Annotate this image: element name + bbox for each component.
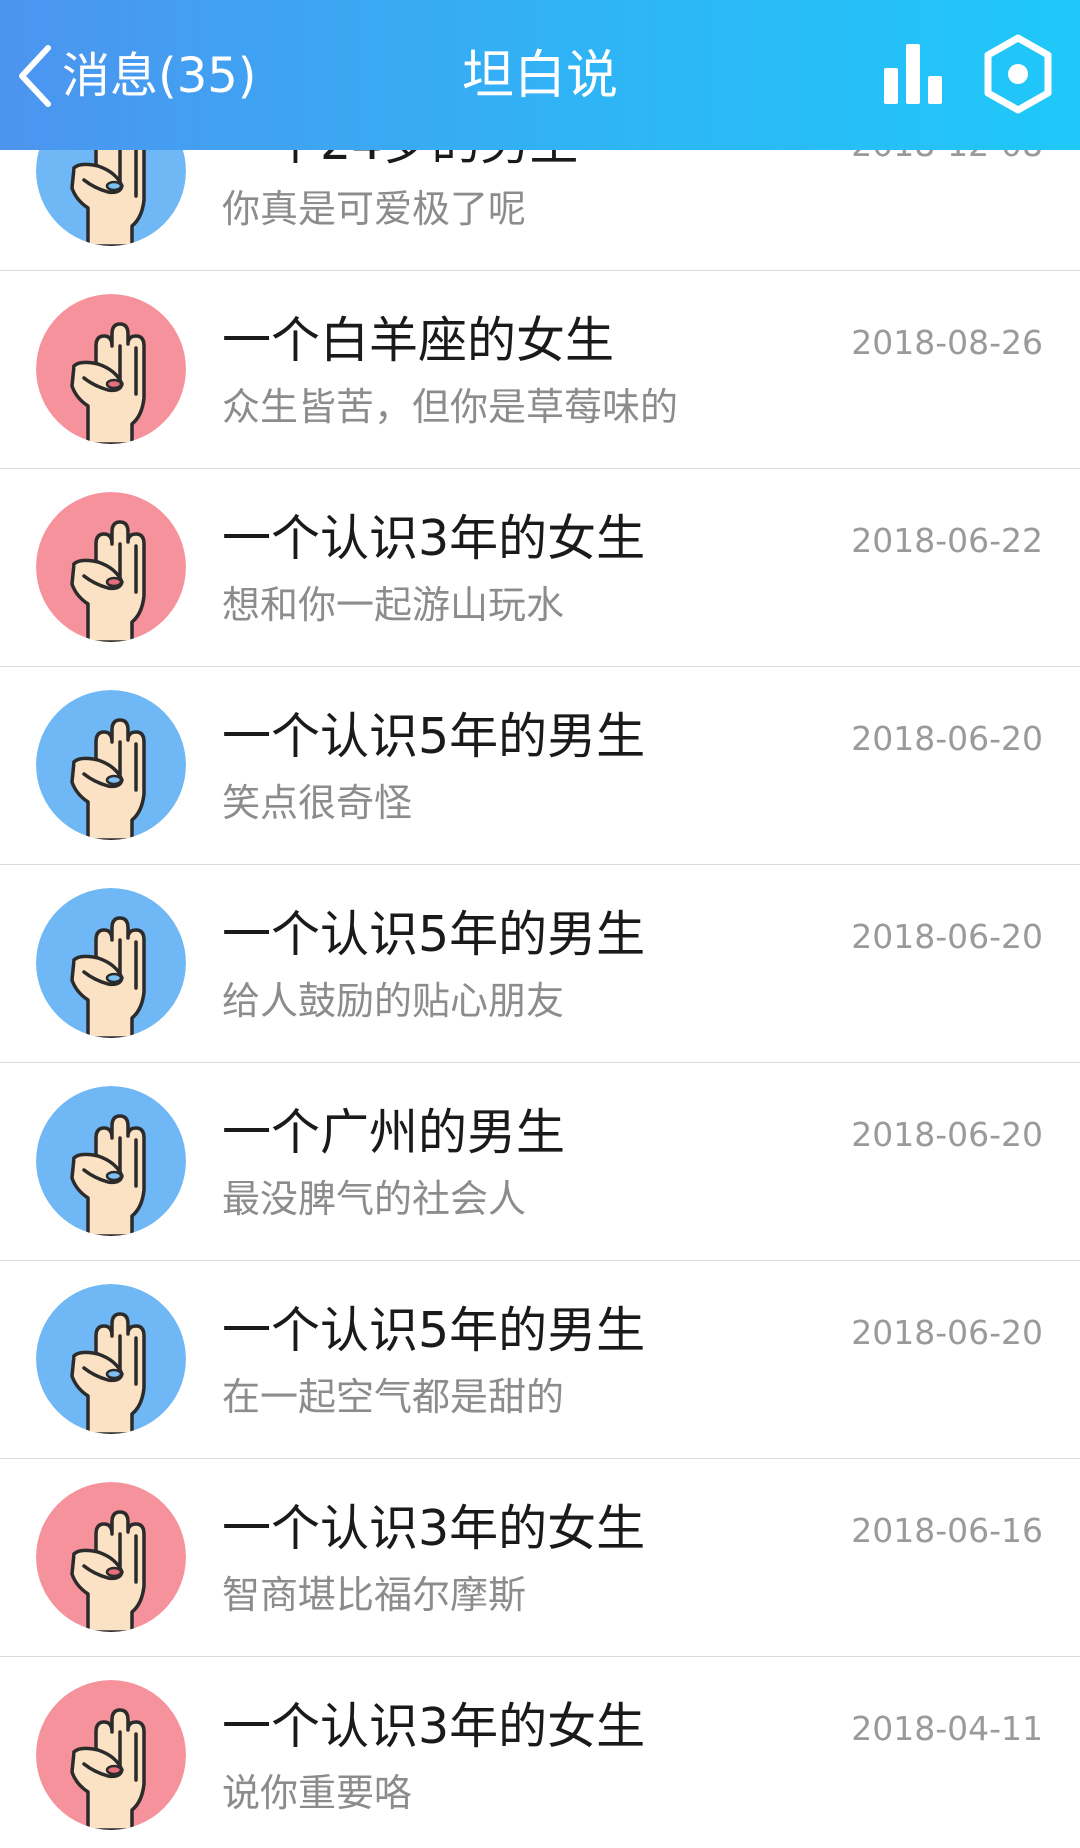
- message-row[interactable]: 一个认识5年的男生 给人鼓励的贴心朋友 2018-06-20: [0, 865, 1080, 1063]
- message-date: 2018-06-20: [851, 1115, 1043, 1154]
- hand-avatar-icon: [36, 1284, 186, 1434]
- back-button[interactable]: 消息(35): [14, 38, 257, 114]
- hand-avatar-icon: [36, 492, 186, 642]
- avatar: [36, 294, 186, 444]
- message-row[interactable]: 一个白羊座的女生 众生皆苦，但你是草莓味的 2018-08-26: [0, 271, 1080, 469]
- message-subtitle: 智商堪比福尔摩斯: [222, 1573, 527, 1617]
- message-subtitle: 众生皆苦，但你是草莓味的: [222, 385, 679, 429]
- settings-button[interactable]: [982, 32, 1054, 116]
- message-title: 一个认识3年的女生: [222, 510, 646, 567]
- hand-avatar-icon: [36, 690, 186, 840]
- avatar: [36, 492, 186, 642]
- page-title: 坦白说: [461, 46, 618, 106]
- avatar: [36, 888, 186, 1038]
- hexagon-settings-icon: [984, 34, 1052, 114]
- message-date: 2018-04-11: [851, 1709, 1043, 1748]
- message-subtitle: 说你重要咯: [222, 1771, 413, 1815]
- avatar: [36, 1086, 186, 1236]
- message-row[interactable]: 一个认识5年的男生 笑点很奇怪 2018-06-20: [0, 667, 1080, 865]
- message-row[interactable]: 一个认识3年的女生 说你重要咯 2018-04-11: [0, 1657, 1080, 1848]
- hand-avatar-icon: [36, 294, 186, 444]
- message-list[interactable]: 一个24岁的男生 你真是可爱极了呢 2018-12-08 一个白羊座的女生 众生…: [0, 128, 1080, 1848]
- message-title: 一个广州的男生: [222, 1104, 566, 1161]
- message-title: 一个认识5年的男生: [222, 708, 646, 765]
- message-list-content: 一个24岁的男生 你真是可爱极了呢 2018-12-08 一个白羊座的女生 众生…: [0, 128, 1080, 1848]
- bar-chart-icon: [884, 44, 942, 104]
- message-date: 2018-06-16: [851, 1511, 1043, 1550]
- avatar: [36, 690, 186, 840]
- message-subtitle: 在一起空气都是甜的: [222, 1375, 565, 1419]
- hand-avatar-icon: [36, 888, 186, 1038]
- message-date: 2018-06-20: [851, 719, 1043, 758]
- app-screen: 消息(35) 坦白说 你真是可爱极了呢 一个白羊座的女生 众生皆苦，但你是草莓味…: [0, 0, 1080, 1848]
- message-date: 2018-06-20: [851, 1313, 1043, 1352]
- message-row[interactable]: 一个认识5年的男生 在一起空气都是甜的 2018-06-20: [0, 1261, 1080, 1459]
- hand-avatar-icon: [36, 1482, 186, 1632]
- navigation-bar: 消息(35) 坦白说: [0, 0, 1080, 150]
- message-date: 2018-06-22: [851, 521, 1043, 560]
- message-row[interactable]: 一个广州的男生 最没脾气的社会人 2018-06-20: [0, 1063, 1080, 1261]
- statistics-button[interactable]: [878, 38, 948, 108]
- message-title: 一个认识3年的女生: [222, 1500, 646, 1557]
- message-title: 一个认识5年的男生: [222, 1302, 646, 1359]
- message-subtitle: 笑点很奇怪: [222, 781, 413, 825]
- message-row[interactable]: 一个认识3年的女生 想和你一起游山玩水 2018-06-22: [0, 469, 1080, 667]
- message-title: 一个认识3年的女生: [222, 1698, 646, 1755]
- avatar: [36, 1680, 186, 1830]
- message-subtitle: 你真是可爱极了呢: [222, 187, 527, 231]
- message-date: 2018-06-20: [851, 917, 1043, 956]
- message-row[interactable]: 一个认识3年的女生 智商堪比福尔摩斯 2018-06-16: [0, 1459, 1080, 1657]
- message-title: 一个认识5年的男生: [222, 906, 646, 963]
- chevron-left-icon: [19, 45, 51, 107]
- hand-avatar-icon: [36, 1680, 186, 1830]
- message-subtitle: 最没脾气的社会人: [222, 1177, 527, 1221]
- back-label: 消息(35): [62, 48, 257, 104]
- message-subtitle: 想和你一起游山玩水: [222, 583, 565, 627]
- message-date: 2018-08-26: [851, 323, 1043, 362]
- message-subtitle: 给人鼓励的贴心朋友: [222, 979, 565, 1023]
- hand-avatar-icon: [36, 1086, 186, 1236]
- message-title: 一个白羊座的女生: [222, 312, 615, 369]
- avatar: [36, 1482, 186, 1632]
- avatar: [36, 1284, 186, 1434]
